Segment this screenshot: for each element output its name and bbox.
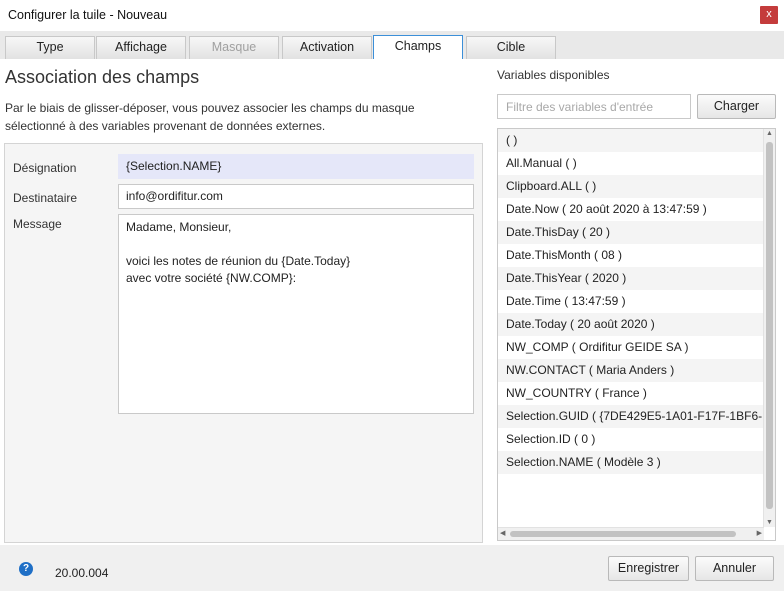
destinataire-label: Destinataire	[13, 191, 78, 205]
variable-item[interactable]: NW.CONTACT ( Maria Anders )	[498, 359, 764, 382]
variable-item[interactable]: Selection.NAME ( Modèle 3 )	[498, 451, 764, 474]
variables-list[interactable]: ( ) All.Manual ( ) Clipboard.ALL ( ) Date.N…	[497, 128, 776, 541]
window-title: Configurer la tuile - Nouveau	[8, 8, 168, 22]
footer: ? 20.00.004 Enregistrer Annuler	[0, 545, 784, 591]
horizontal-scroll-thumb[interactable]	[510, 531, 736, 537]
tab-activation[interactable]: Activation	[282, 36, 372, 59]
title-bar: Configurer la tuile - Nouveau x	[0, 0, 784, 31]
tab-bar: Type Affichage Masque Activation Champs …	[0, 31, 784, 59]
fields-panel: Désignation {Selection.NAME} Destinatair…	[4, 143, 483, 543]
designation-label: Désignation	[13, 161, 77, 175]
close-icon[interactable]: x	[760, 6, 778, 24]
variable-item[interactable]	[498, 474, 764, 497]
horizontal-scrollbar[interactable]: ◀ ▶	[498, 527, 764, 540]
tab-masque: Masque	[189, 36, 279, 59]
load-button[interactable]: Charger	[697, 94, 776, 119]
designation-field[interactable]: {Selection.NAME}	[118, 154, 474, 179]
tab-type[interactable]: Type	[5, 36, 95, 59]
scroll-down-icon[interactable]: ▼	[766, 519, 773, 526]
variable-filter-input[interactable]	[497, 94, 691, 119]
variable-item[interactable]: NW_COUNTRY ( France )	[498, 382, 764, 405]
variable-item[interactable]: Selection.ID ( 0 )	[498, 428, 764, 451]
message-label: Message	[13, 217, 62, 231]
tab-content: Association des champs Par le biais de g…	[0, 59, 784, 545]
scroll-up-icon[interactable]: ▲	[766, 130, 773, 137]
variable-item[interactable]: Date.Now ( 20 août 2020 à 13:47:59 )	[498, 198, 764, 221]
variable-item[interactable]: NW_COMP ( Ordifitur GEIDE SA )	[498, 336, 764, 359]
tab-champs[interactable]: Champs	[373, 35, 463, 59]
version-label: 20.00.004	[55, 566, 109, 580]
tab-cible[interactable]: Cible	[466, 36, 556, 59]
help-icon[interactable]: ?	[19, 562, 33, 576]
variable-item[interactable]: Date.Time ( 13:47:59 )	[498, 290, 764, 313]
destinataire-field[interactable]: info@ordifitur.com	[118, 184, 474, 209]
variable-item[interactable]: ( )	[498, 129, 764, 152]
variable-item[interactable]: Date.ThisDay ( 20 )	[498, 221, 764, 244]
cancel-button[interactable]: Annuler	[695, 556, 774, 581]
variable-item[interactable]: Date.Today ( 20 août 2020 )	[498, 313, 764, 336]
scroll-right-icon[interactable]: ▶	[757, 529, 762, 537]
tab-affichage[interactable]: Affichage	[96, 36, 186, 59]
variables-title: Variables disponibles	[497, 68, 610, 82]
variable-item[interactable]: Date.ThisYear ( 2020 )	[498, 267, 764, 290]
section-title: Association des champs	[5, 67, 200, 87]
section-description: Par le biais de glisser-déposer, vous po…	[5, 101, 415, 133]
scroll-left-icon[interactable]: ◀	[500, 529, 505, 537]
vertical-scrollbar[interactable]: ▲ ▼	[763, 129, 775, 527]
variable-item[interactable]: Date.ThisMonth ( 08 )	[498, 244, 764, 267]
variable-item[interactable]: Clipboard.ALL ( )	[498, 175, 764, 198]
variables-items: ( ) All.Manual ( ) Clipboard.ALL ( ) Date.N…	[498, 129, 775, 497]
vertical-scroll-thumb[interactable]	[766, 142, 773, 509]
save-button[interactable]: Enregistrer	[608, 556, 689, 581]
variable-item[interactable]: Selection.GUID ( {7DE429E5-1A01-F17F-1BF…	[498, 405, 764, 428]
message-field[interactable]: Madame, Monsieur, voici les notes de réu…	[118, 214, 474, 414]
variable-item[interactable]: All.Manual ( )	[498, 152, 764, 175]
